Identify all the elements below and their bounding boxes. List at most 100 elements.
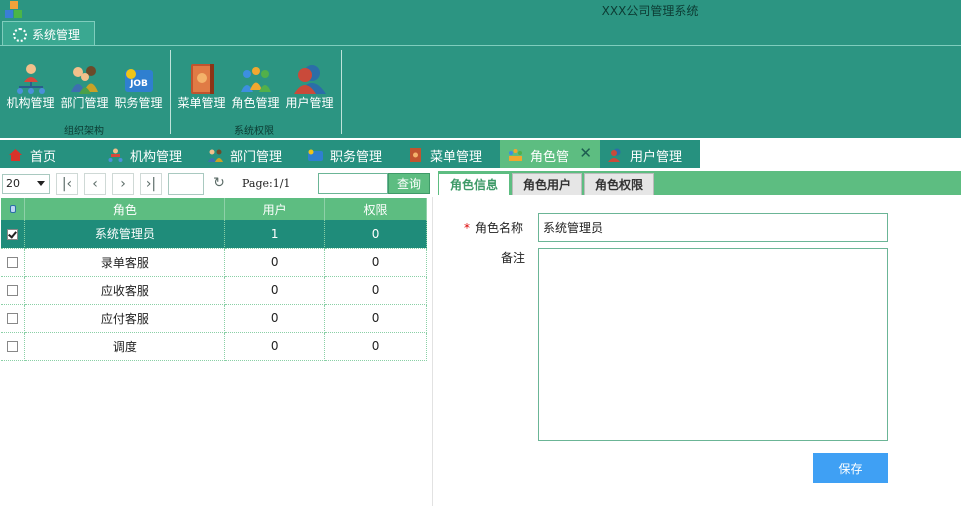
- checkbox-icon: [7, 285, 19, 296]
- tab-role-permissions[interactable]: 角色权限: [584, 173, 654, 195]
- chevron-down-icon: [37, 181, 45, 186]
- page-size-value: 20: [6, 177, 20, 190]
- menu-manage-button[interactable]: 菜单管理: [174, 50, 229, 114]
- title-bar: XXX公司管理系统: [0, 0, 961, 20]
- col-users[interactable]: 用户: [224, 198, 326, 220]
- row-checkbox[interactable]: [1, 304, 26, 333]
- role-name-cell: 应收客服: [24, 276, 226, 305]
- search-input[interactable]: [318, 173, 388, 194]
- org-manage-label: 机构管理: [6, 96, 55, 110]
- role-name-cell: 录单客服: [24, 248, 226, 277]
- users-cell: 0: [224, 332, 326, 361]
- users-cell: 1: [224, 220, 326, 249]
- role-group-icon: [240, 62, 272, 96]
- table-row[interactable]: 应付客服 0 0: [1, 304, 427, 333]
- checkbox-icon: [7, 341, 19, 352]
- perms-cell: 0: [324, 276, 427, 305]
- users-cell: 0: [224, 276, 326, 305]
- select-all-header[interactable]: [1, 198, 26, 220]
- org-manage-button[interactable]: 机构管理: [3, 50, 58, 114]
- tab-label: 菜单管理: [430, 150, 483, 165]
- perms-cell: 0: [324, 248, 427, 277]
- dept-manage-label: 部门管理: [60, 96, 109, 110]
- job-icon: [308, 149, 323, 161]
- tab-org-manage[interactable]: 机构管理: [100, 140, 200, 168]
- tab-label: 用户管理: [630, 150, 683, 165]
- page-info: Page:1/1: [242, 177, 291, 190]
- role-name-input[interactable]: 系统管理员: [538, 213, 888, 242]
- gear-icon: [13, 28, 27, 42]
- menu-manage-label: 菜单管理: [177, 96, 226, 110]
- table-row[interactable]: 系统管理员 1 0: [1, 220, 427, 249]
- page-number-input[interactable]: [168, 173, 204, 195]
- row-checkbox[interactable]: [1, 276, 26, 305]
- perms-cell: 0: [324, 332, 427, 361]
- tab-user-manage[interactable]: 用户管理: [600, 140, 700, 168]
- col-perms[interactable]: 权限: [324, 198, 427, 220]
- home-icon: [9, 149, 22, 161]
- next-page-icon[interactable]: ›: [112, 173, 134, 195]
- ribbon-tab-system[interactable]: 系统管理: [2, 21, 95, 46]
- search-button[interactable]: 查询: [388, 173, 430, 194]
- row-checkbox[interactable]: [1, 332, 26, 361]
- book-icon: [410, 148, 421, 162]
- user-icon: [608, 148, 621, 162]
- tab-dept-manage[interactable]: 部门管理: [200, 140, 300, 168]
- lock-icon: [9, 205, 16, 213]
- ribbon-tab-label: 系统管理: [32, 28, 81, 42]
- remark-label: 备注: [501, 251, 526, 265]
- row-checkbox[interactable]: [1, 248, 26, 277]
- remark-textarea[interactable]: [538, 248, 888, 441]
- dept-manage-button[interactable]: 部门管理: [57, 50, 112, 114]
- table-header-row: 角色 用户 权限: [1, 198, 427, 220]
- tab-job-manage[interactable]: 职务管理: [300, 140, 400, 168]
- user-manage-label: 用户管理: [285, 96, 334, 110]
- checkbox-icon: [7, 313, 19, 324]
- table-row[interactable]: 录单客服 0 0: [1, 248, 427, 277]
- perms-cell: 0: [324, 304, 427, 333]
- org-chart-icon: [15, 62, 47, 96]
- org-chart-icon: [108, 148, 123, 162]
- row-checkbox[interactable]: [1, 220, 26, 249]
- group-separator: [170, 50, 171, 134]
- table-row[interactable]: 应收客服 0 0: [1, 276, 427, 305]
- first-page-icon[interactable]: |‹: [56, 173, 78, 195]
- users-cell: 0: [224, 248, 326, 277]
- role-name-label: * 角色名称: [464, 219, 523, 236]
- tab-role-users[interactable]: 角色用户: [512, 173, 582, 195]
- tab-menu-manage[interactable]: 菜单管理: [400, 140, 500, 168]
- role-grid-panel: 角色 用户 权限 系统管理员 1 0 录单客服 0 0 应收客服 0 0 应付客…: [0, 197, 433, 506]
- detail-tab-bar: 角色信息 角色用户 角色权限: [438, 171, 961, 195]
- role-detail-panel: 角色信息 角色用户 角色权限 * 角色名称 系统管理员 备注 保存: [438, 171, 961, 506]
- save-button[interactable]: 保存: [813, 453, 888, 483]
- role-name-cell: 应付客服: [24, 304, 226, 333]
- book-icon: [186, 62, 218, 96]
- tab-role-manage[interactable]: 角色管 ✕: [500, 140, 600, 168]
- job-manage-label: 职务管理: [114, 96, 163, 110]
- required-mark: *: [464, 221, 470, 235]
- job-manage-button[interactable]: JOB 职务管理: [111, 50, 166, 114]
- tab-label: 部门管理: [230, 150, 283, 165]
- refresh-icon[interactable]: ↻: [208, 173, 230, 195]
- last-page-icon[interactable]: ›|: [140, 173, 162, 195]
- checkbox-checked-icon: [7, 228, 19, 240]
- user-manage-button[interactable]: 用户管理: [282, 50, 337, 114]
- job-icon: JOB: [123, 62, 155, 96]
- group-label-permission: 系统权限: [234, 126, 274, 137]
- tab-home[interactable]: 首页: [0, 140, 100, 168]
- tab-role-info[interactable]: 角色信息: [438, 173, 510, 195]
- app-title: XXX公司管理系统: [601, 4, 699, 18]
- perms-cell: 0: [324, 220, 427, 249]
- col-role[interactable]: 角色: [24, 198, 226, 220]
- tab-label: 首页: [30, 150, 57, 165]
- group-label-org: 组织架构: [64, 126, 104, 137]
- prev-page-icon[interactable]: ‹: [84, 173, 106, 195]
- people-group-icon: [208, 149, 223, 162]
- tab-label: 机构管理: [130, 150, 183, 165]
- table-row[interactable]: 调度 0 0: [1, 332, 427, 361]
- page-size-select[interactable]: 20: [2, 174, 50, 194]
- role-manage-button[interactable]: 角色管理: [228, 50, 283, 114]
- close-icon[interactable]: ✕: [579, 144, 592, 162]
- role-name-cell: 系统管理员: [24, 220, 226, 249]
- role-table: 角色 用户 权限 系统管理员 1 0 录单客服 0 0 应收客服 0 0 应付客…: [1, 198, 427, 361]
